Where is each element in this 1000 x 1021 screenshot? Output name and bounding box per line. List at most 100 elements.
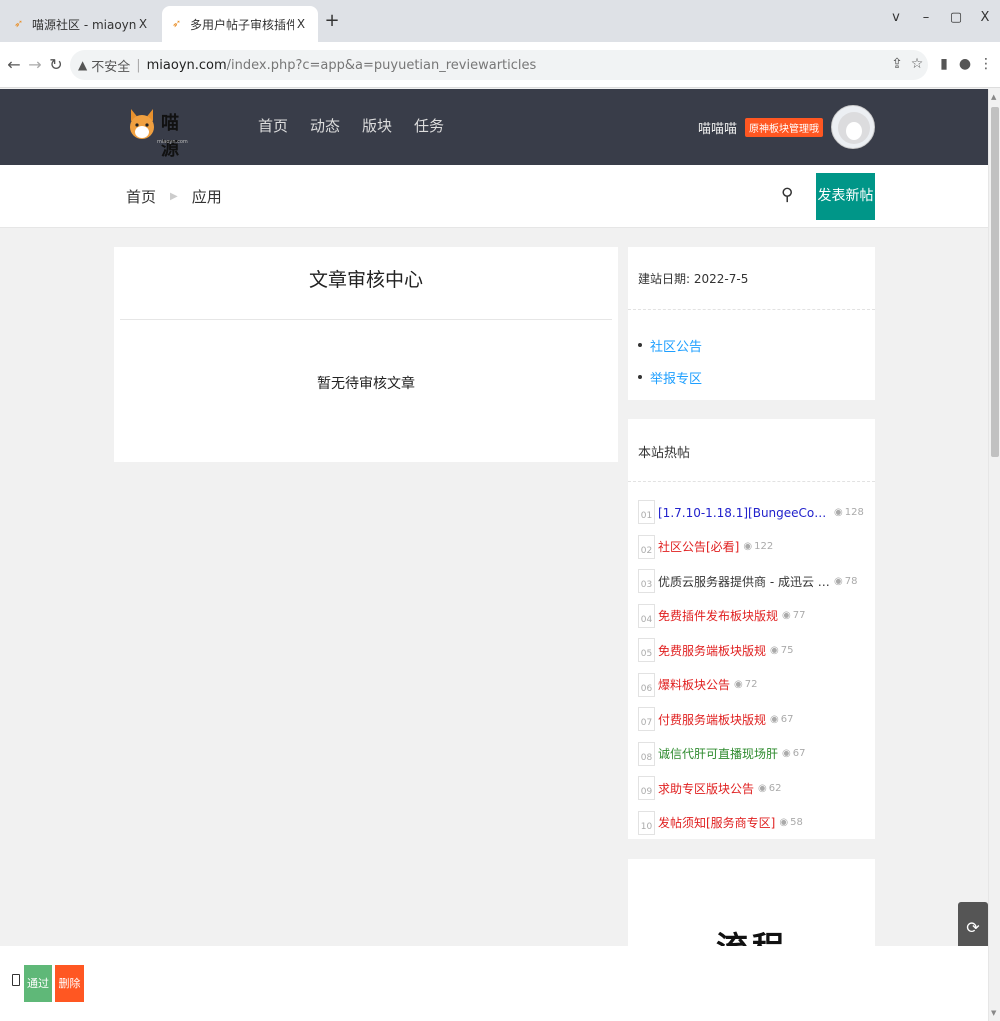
nav-tasks[interactable]: 任务 — [414, 115, 444, 136]
bulk-action-bar: 通过 删除 — [0, 946, 988, 1021]
rank-number: 07 — [638, 707, 655, 732]
link-announcement[interactable]: 社区公告 — [638, 329, 702, 361]
insecure-label: 不安全 — [91, 59, 131, 75]
breadcrumb-apps[interactable]: 应用 — [192, 186, 222, 207]
hot-post-title[interactable]: 诚信代肝可直播现场肝 — [658, 745, 778, 762]
hot-post-item[interactable]: 03优质云服务器提供商 - 成迅云 http://clou... ◉78 — [638, 564, 870, 599]
ad-card: 流程 — [628, 859, 875, 946]
browser-tab-review-plugin[interactable]: ➶ 多用户帖子审核插件-插件 - miaoyn.com X — [162, 6, 318, 42]
divider — [628, 309, 875, 310]
hot-post-title[interactable]: 求助专区版块公告 — [658, 780, 754, 797]
rank-number: 08 — [638, 741, 655, 766]
hot-post-title[interactable]: 免费插件发布板块版规 — [658, 607, 778, 624]
hot-post-title[interactable]: 免费服务端板块版规 — [658, 642, 766, 659]
back-icon[interactable]: ← — [4, 54, 24, 76]
ad-text: 流程 — [716, 923, 788, 946]
views-eye-icon: ◉ — [743, 541, 753, 553]
username[interactable]: 喵喵喵 — [698, 118, 737, 137]
address-bar[interactable]: ▲ 不安全 | miaoyn.com /index.php?c=app&a=pu… — [70, 50, 928, 80]
hot-post-title[interactable]: 付费服务端板块版规 — [658, 711, 766, 728]
review-center-card: 文章审核中心 暂无待审核文章 — [114, 247, 618, 462]
nav-boards[interactable]: 版块 — [362, 115, 392, 136]
approve-button[interactable]: 通过 — [24, 965, 52, 1002]
sub-nav: 首页 ▶ 应用 ⚲ 发表新帖 — [0, 165, 988, 228]
nav-home[interactable]: 首页 — [258, 115, 288, 136]
scrollbar[interactable]: ▲ ▼ — [988, 89, 1000, 1021]
tab-search-button[interactable]: v — [886, 8, 906, 28]
forward-icon[interactable]: → — [25, 54, 45, 76]
view-count: 77 — [792, 610, 806, 622]
breadcrumb-home[interactable]: 首页 — [126, 186, 156, 207]
empty-message: 暂无待审核文章 — [317, 376, 415, 392]
avatar[interactable] — [831, 105, 875, 149]
view-count: 78 — [844, 575, 858, 587]
side-panel-icon[interactable]: ▮ — [935, 54, 953, 74]
reload-icon[interactable]: ↻ — [46, 54, 66, 76]
share-icon[interactable]: ⇪ — [888, 54, 906, 74]
delete-button[interactable]: 删除 — [55, 965, 84, 1002]
hot-post-item[interactable]: 01[1.7.10-1.18.1][BungeeCord]星之BC|一... ◉1… — [638, 495, 870, 530]
hot-post-item[interactable]: 07 付费服务端板块版规 ◉ 67 — [638, 702, 870, 737]
new-tab-button[interactable]: + — [322, 10, 342, 32]
views-eye-icon: ◉ — [834, 506, 843, 518]
hot-post-title[interactable]: 爆料板块公告 — [658, 676, 730, 693]
hot-post-item[interactable]: 08 诚信代肝可直播现场肝 ◉ 67 — [638, 737, 870, 772]
close-window-button[interactable]: X — [975, 8, 995, 28]
logo-text: 喵源 — [161, 113, 181, 160]
hot-post-item[interactable]: 06 爆料板块公告 ◉ 72 — [638, 668, 870, 703]
hot-posts-card: 本站热帖 01[1.7.10-1.18.1][BungeeCord]星之BC|一… — [628, 419, 875, 839]
main-nav: 首页 动态 版块 任务 — [258, 115, 444, 136]
menu-dots-icon[interactable]: ⋮ — [977, 54, 995, 74]
views-eye-icon: ◉ — [770, 713, 779, 725]
close-tab-icon[interactable]: X — [294, 17, 308, 31]
hot-posts-title: 本站热帖 — [638, 446, 691, 461]
profile-icon[interactable]: ● — [956, 54, 974, 74]
hot-posts-list: 01[1.7.10-1.18.1][BungeeCord]星之BC|一...◉1… — [638, 495, 870, 840]
scroll-down-icon[interactable]: ▼ — [991, 1009, 996, 1017]
warning-icon: ▲ — [78, 58, 88, 72]
breadcrumb-arrow-icon: ▶ — [170, 191, 178, 202]
view-count: 122 — [754, 541, 774, 553]
browser-toolbar: ← → ↻ ▲ 不安全 | miaoyn.com /index.php?c=ap… — [0, 42, 1000, 88]
select-all-checkbox[interactable] — [12, 974, 20, 986]
new-post-button[interactable]: 发表新帖 — [816, 173, 875, 220]
views-eye-icon: ◉ — [758, 782, 767, 794]
rank-number: 01 — [638, 500, 655, 525]
views-eye-icon: ◉ — [770, 644, 779, 656]
scroll-up-icon[interactable]: ▲ — [991, 93, 996, 101]
browser-tab-miaoyuan[interactable]: ➶ 喵源社区 - miaoyn.com X — [4, 6, 160, 42]
bookmark-star-icon[interactable]: ☆ — [908, 54, 926, 74]
rank-number: 03 — [638, 569, 655, 594]
logo-subtext: miaoyn.com — [157, 139, 188, 145]
views-eye-icon: ◉ — [779, 817, 789, 829]
rank-number: 09 — [638, 776, 655, 801]
search-icon[interactable]: ⚲ — [781, 185, 799, 205]
nav-activity[interactable]: 动态 — [310, 115, 340, 136]
hot-post-item[interactable]: 09 求助专区版块公告 ◉ 62 — [638, 771, 870, 806]
scrollbar-thumb[interactable] — [991, 107, 999, 457]
hot-post-title[interactable]: [1.7.10-1.18.1][BungeeCord]星之BC|一... — [658, 504, 830, 521]
close-tab-icon[interactable]: X — [136, 17, 150, 31]
hot-post-title[interactable]: 社区公告[必看] — [658, 538, 739, 555]
breadcrumb: 首页 ▶ 应用 — [126, 186, 222, 207]
hot-post-item[interactable]: 10 发帖须知[服务商专区] ◉ 58 — [638, 806, 870, 841]
hot-post-title[interactable]: 发帖须知[服务商专区] — [658, 814, 775, 831]
site-date: 建站日期: 2022-7-5 — [638, 272, 749, 286]
view-count: 75 — [780, 644, 794, 656]
view-count: 128 — [844, 506, 864, 518]
rank-number: 04 — [638, 603, 655, 628]
link-report[interactable]: 举报专区 — [638, 361, 702, 393]
site-logo[interactable]: 喵源 miaoyn.com — [127, 103, 199, 160]
hot-post-title[interactable]: 优质云服务器提供商 - 成迅云 http://clou... — [658, 573, 830, 590]
hot-post-item[interactable]: 02 社区公告[必看] ◉ 122 — [638, 530, 870, 565]
view-count: 72 — [744, 679, 758, 691]
hot-post-item[interactable]: 04 免费插件发布板块版规 ◉ 77 — [638, 599, 870, 634]
favicon-icon: ➶ — [172, 17, 182, 30]
minimize-button[interactable]: – — [916, 8, 936, 28]
views-eye-icon: ◉ — [782, 748, 791, 760]
rank-number: 10 — [638, 810, 655, 835]
favicon-icon: ➶ — [14, 17, 24, 30]
maximize-button[interactable]: ▢ — [946, 8, 966, 28]
hot-post-item[interactable]: 05 免费服务端板块版规 ◉ 75 — [638, 633, 870, 668]
view-count: 67 — [780, 713, 794, 725]
